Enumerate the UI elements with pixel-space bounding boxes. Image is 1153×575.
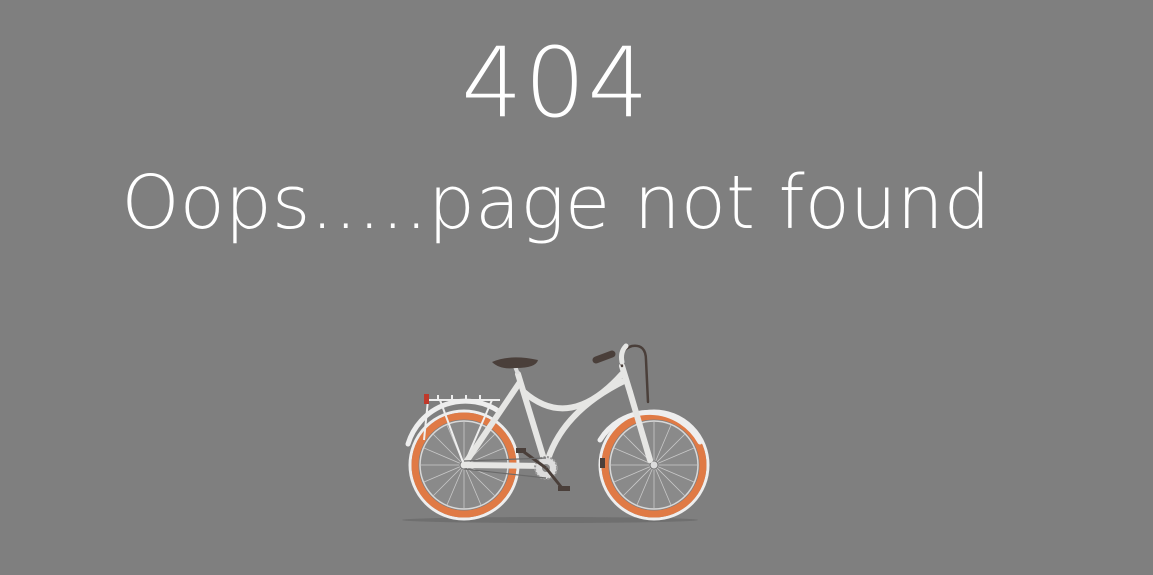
rear-reflector [424,394,429,404]
error-page: 404 Oops.....page not found [0,0,1153,575]
error-code: 404 [461,27,651,139]
front-reflector [600,458,605,468]
bicycle-illustration [402,343,710,523]
saddle [492,357,538,369]
error-message: Oops.....page not found [121,160,991,246]
